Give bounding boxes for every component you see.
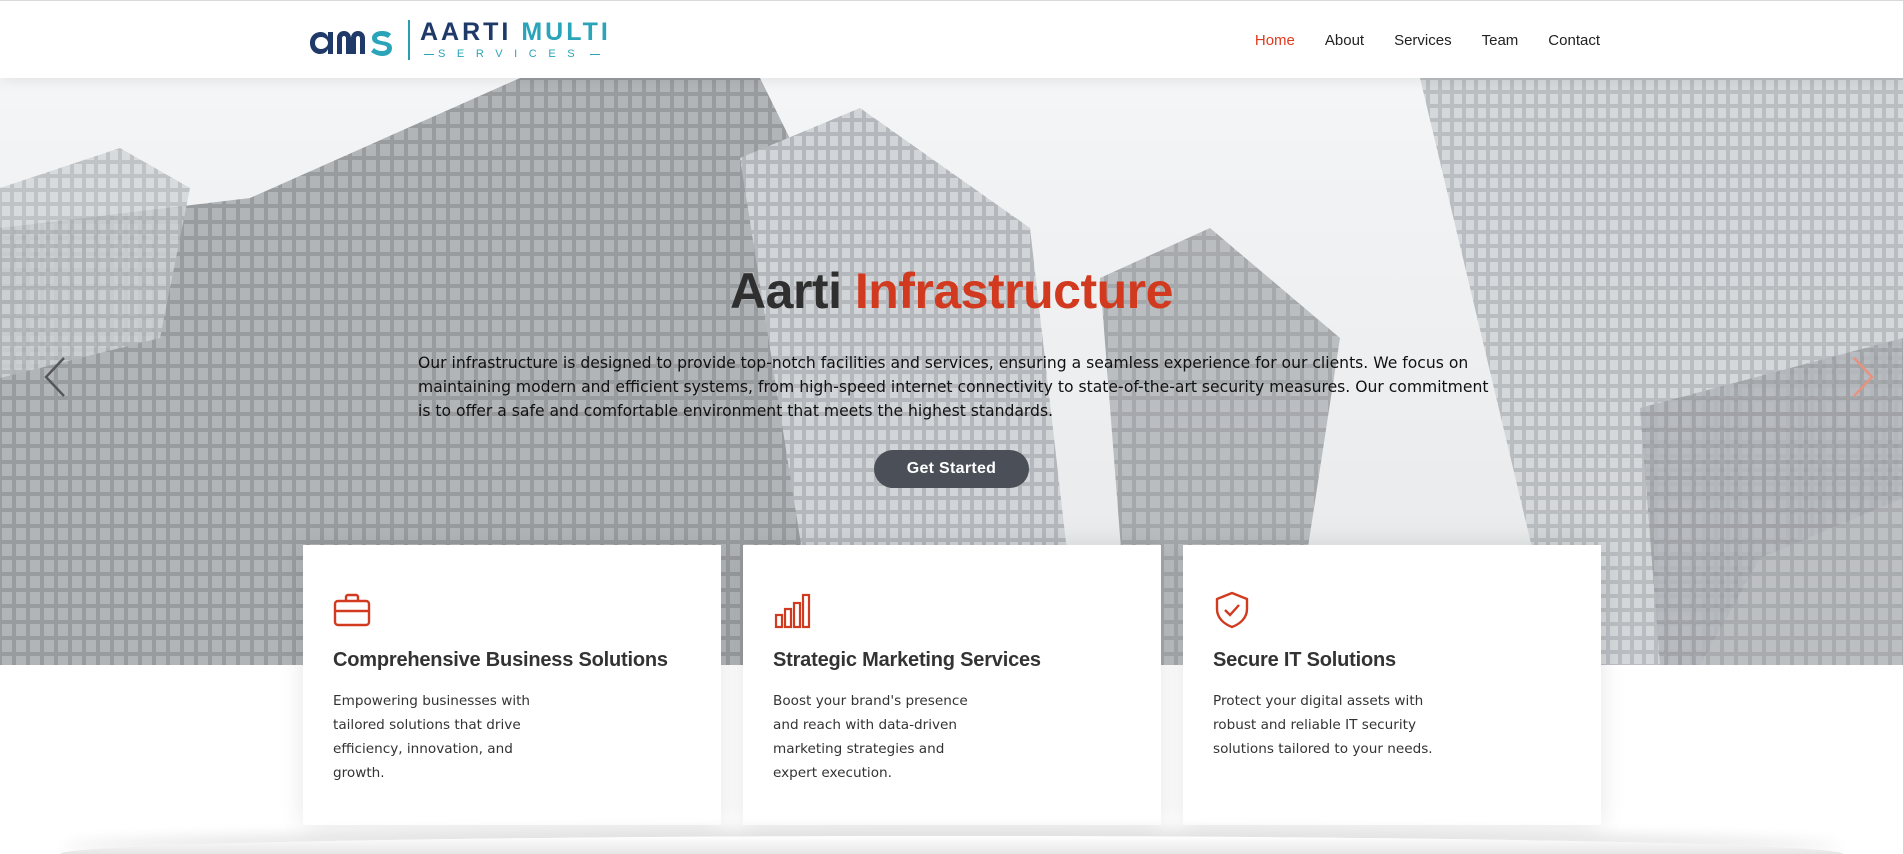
briefcase-icon (333, 593, 371, 627)
nav-item-services[interactable]: Services (1394, 32, 1452, 49)
service-cards: Comprehensive Business Solutions Empower… (303, 545, 1601, 825)
card-title: Strategic Marketing Services (773, 649, 1041, 671)
logo-wordmark: AARTI MULTI SERVICES (420, 20, 611, 60)
shield-check-icon (1215, 591, 1249, 629)
card-title: Comprehensive Business Solutions (333, 649, 668, 671)
card-text: Boost your brand's presence and reach wi… (773, 693, 968, 781)
nav-item-contact[interactable]: Contact (1548, 32, 1600, 49)
logo-dash-left (424, 54, 434, 55)
service-card-business[interactable]: Comprehensive Business Solutions Empower… (303, 545, 721, 825)
logo-title: AARTI MULTI (420, 20, 611, 45)
site-header: AARTI MULTI SERVICES Home About Services… (0, 0, 1903, 78)
page-bottom-edge (60, 836, 1843, 854)
logo-subtitle-row: SERVICES (420, 49, 611, 60)
card-text: Empowering businesses with tailored solu… (333, 693, 531, 781)
logo-subtitle: SERVICES (438, 48, 587, 60)
nav-item-about[interactable]: About (1325, 32, 1364, 49)
main-nav: Home About Services Team Contact (1225, 1, 1600, 79)
card-text: Protect your digital assets with robust … (1213, 693, 1433, 757)
logo-title-accent: MULTI (521, 18, 611, 46)
get-started-button[interactable]: Get Started (874, 450, 1029, 488)
logo-divider (408, 20, 410, 60)
ams-logo-mark-icon (310, 31, 392, 56)
slider-next-arrow-icon[interactable] (1848, 354, 1878, 400)
hero-title-main: Aarti (730, 263, 842, 319)
slider-prev-arrow-icon[interactable] (40, 354, 70, 400)
bar-chart-icon (774, 593, 811, 629)
nav-item-team[interactable]: Team (1482, 32, 1519, 49)
logo-dash-right (590, 54, 601, 55)
logo-title-main: AARTI (420, 18, 512, 46)
service-card-marketing[interactable]: Strategic Marketing Services Boost your … (743, 545, 1161, 825)
nav-item-home[interactable]: Home (1255, 32, 1295, 49)
hero-title-accent: Infrastructure (854, 263, 1174, 319)
service-card-it-security[interactable]: Secure IT Solutions Protect your digital… (1183, 545, 1601, 825)
company-logo[interactable]: AARTI MULTI SERVICES (303, 19, 611, 61)
hero-title: Aarti Infrastructure (0, 262, 1903, 320)
card-title: Secure IT Solutions (1213, 649, 1396, 671)
hero-description: Our infrastructure is designed to provid… (418, 354, 1489, 420)
